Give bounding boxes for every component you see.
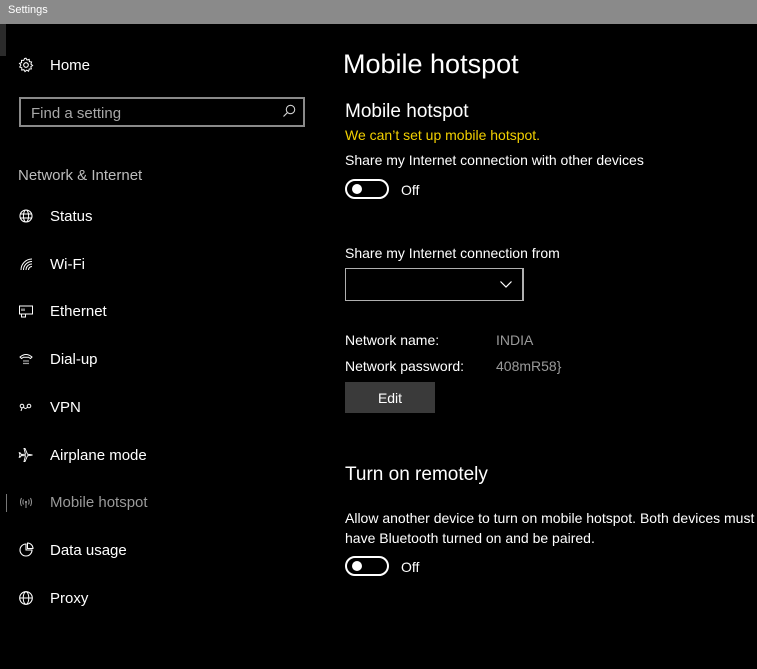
share-toggle-state: Off bbox=[401, 182, 420, 198]
remote-toggle-state: Off bbox=[401, 559, 420, 575]
network-name-label: Network name: bbox=[345, 332, 440, 348]
edit-button[interactable]: Edit bbox=[345, 382, 435, 413]
page-title: Mobile hotspot bbox=[343, 49, 519, 79]
airplane-icon bbox=[17, 446, 35, 464]
data-usage-icon bbox=[17, 541, 35, 559]
toggle-knob bbox=[352, 561, 362, 571]
globe-icon bbox=[17, 589, 35, 607]
network-password-value: 408mR58} bbox=[496, 358, 562, 374]
section-title: Mobile hotspot bbox=[345, 101, 469, 122]
sidebar-item-status[interactable]: Status bbox=[0, 196, 325, 236]
sidebar: Home Network & Internet Status bbox=[0, 24, 325, 669]
turn-on-remotely-toggle[interactable] bbox=[345, 556, 389, 576]
dialup-icon bbox=[17, 350, 35, 368]
sidebar-item-label: Proxy bbox=[50, 589, 89, 607]
sidebar-item-label: Airplane mode bbox=[50, 446, 147, 464]
sidebar-item-label: Dial-up bbox=[50, 350, 98, 368]
sidebar-item-label: Wi-Fi bbox=[50, 255, 85, 273]
sidebar-section-label: Network & Internet bbox=[18, 167, 143, 184]
sidebar-item-wifi[interactable]: Wi-Fi bbox=[0, 244, 325, 284]
search-field[interactable] bbox=[19, 97, 305, 127]
vpn-icon bbox=[17, 398, 35, 416]
sidebar-item-mobile-hotspot[interactable]: Mobile hotspot bbox=[0, 482, 325, 522]
sidebar-item-data-usage[interactable]: Data usage bbox=[0, 530, 325, 570]
turn-on-remotely-description: Allow another device to turn on mobile h… bbox=[345, 510, 755, 546]
sidebar-item-label: VPN bbox=[50, 398, 81, 416]
active-indicator bbox=[6, 494, 7, 512]
sidebar-item-vpn[interactable]: VPN bbox=[0, 387, 325, 427]
sidebar-item-dialup[interactable]: Dial-up bbox=[0, 339, 325, 379]
sidebar-item-label: Data usage bbox=[50, 541, 127, 559]
sidebar-item-label: Ethernet bbox=[50, 302, 107, 320]
sidebar-item-proxy[interactable]: Proxy bbox=[0, 578, 325, 618]
sidebar-item-label: Home bbox=[50, 56, 91, 74]
search-input[interactable] bbox=[31, 104, 271, 122]
network-name-value: INDIA bbox=[496, 332, 534, 348]
sidebar-item-ethernet[interactable]: Ethernet bbox=[0, 291, 325, 331]
gear-icon bbox=[17, 56, 35, 74]
turn-on-remotely-title: Turn on remotely bbox=[345, 464, 488, 485]
globe-status-icon bbox=[17, 207, 35, 225]
warning-message: We can’t set up mobile hotspot. bbox=[345, 127, 541, 143]
share-from-label: Share my Internet connection from bbox=[345, 245, 560, 261]
network-password-label: Network password: bbox=[345, 358, 465, 374]
toggle-knob bbox=[352, 184, 362, 194]
sidebar-item-home[interactable]: Home bbox=[0, 45, 325, 85]
chevron-down-icon bbox=[499, 278, 513, 290]
sidebar-item-label: Mobile hotspot bbox=[50, 493, 148, 511]
search-icon[interactable] bbox=[281, 103, 297, 119]
hotspot-icon bbox=[17, 493, 35, 511]
window-title: Settings bbox=[8, 4, 48, 16]
title-bar: Settings bbox=[0, 0, 757, 24]
sidebar-item-label: Status bbox=[50, 207, 93, 225]
share-connection-toggle[interactable] bbox=[345, 179, 389, 199]
share-from-dropdown[interactable] bbox=[345, 268, 524, 301]
wifi-icon bbox=[17, 255, 35, 273]
ethernet-icon bbox=[17, 302, 35, 320]
share-connection-label: Share my Internet connection with other … bbox=[345, 152, 644, 168]
sidebar-item-airplane-mode[interactable]: Airplane mode bbox=[0, 435, 325, 475]
